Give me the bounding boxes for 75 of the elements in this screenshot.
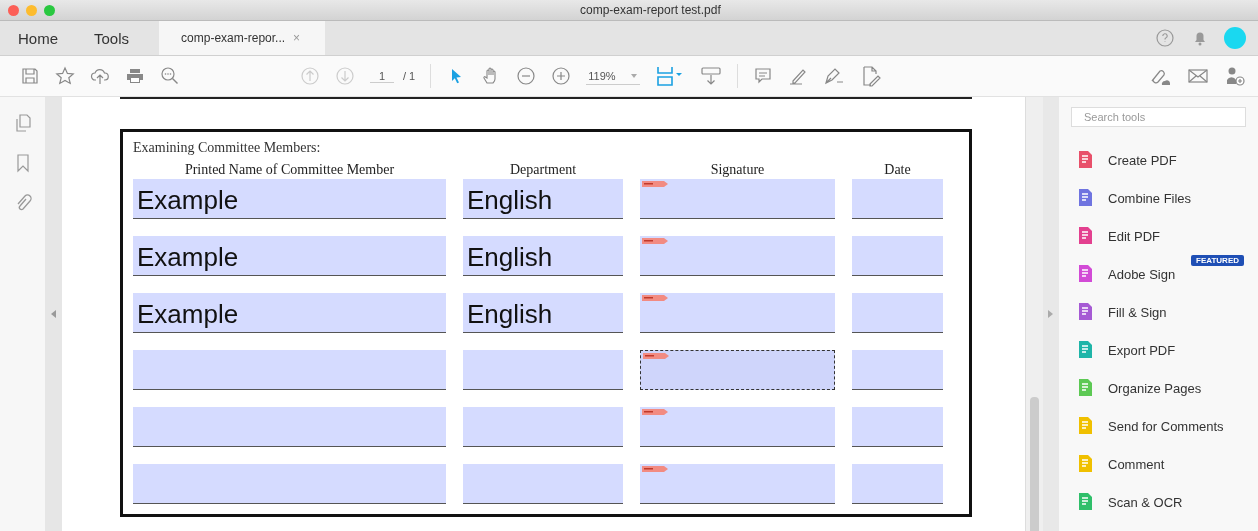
department-field[interactable] xyxy=(463,407,623,447)
tool-item[interactable]: Edit PDF xyxy=(1071,217,1246,255)
print-icon[interactable] xyxy=(125,66,145,86)
date-field[interactable] xyxy=(852,407,943,447)
comment-icon[interactable] xyxy=(752,66,773,86)
date-field[interactable] xyxy=(852,350,943,390)
zoom-out-icon[interactable] xyxy=(516,66,537,86)
name-field[interactable]: Example xyxy=(133,293,446,333)
name-field[interactable]: Example xyxy=(133,179,446,219)
column-header: Signature xyxy=(709,162,766,179)
zoom-dropdown[interactable]: 119% xyxy=(586,67,640,85)
featured-badge: FEATURED xyxy=(1191,255,1244,266)
fit-page-icon[interactable] xyxy=(654,65,685,87)
page-number-field[interactable]: 1 xyxy=(370,69,394,83)
department-field[interactable] xyxy=(463,464,623,504)
close-window-button[interactable] xyxy=(8,4,19,16)
date-field[interactable] xyxy=(852,179,943,219)
sign-here-tag[interactable] xyxy=(641,237,669,245)
tool-item[interactable]: Scan & OCR xyxy=(1071,483,1246,521)
signature-field[interactable] xyxy=(640,350,835,390)
signature-field[interactable] xyxy=(640,407,835,447)
cloud-upload-icon[interactable] xyxy=(90,66,110,86)
zoom-search-icon[interactable] xyxy=(160,66,180,86)
sign-here-tag[interactable] xyxy=(641,180,669,188)
name-field[interactable] xyxy=(133,464,446,504)
expand-right-icon[interactable] xyxy=(1048,310,1054,318)
page-total: / 1 xyxy=(403,70,416,82)
search-field[interactable]: Search tools xyxy=(1071,107,1246,127)
date-field[interactable] xyxy=(852,293,943,333)
pages-icon[interactable] xyxy=(13,113,32,133)
date-field[interactable] xyxy=(852,464,943,504)
department-field[interactable]: English xyxy=(463,293,623,333)
column-header: Printed Name of Committee Member xyxy=(183,162,396,179)
tool-item[interactable]: Organize Pages xyxy=(1071,369,1246,407)
column-header: Department xyxy=(508,162,578,179)
department-field[interactable] xyxy=(463,350,623,390)
caret-icon xyxy=(629,72,638,79)
scrollbar-thumb[interactable] xyxy=(1030,397,1039,531)
column-header: Date xyxy=(883,162,912,179)
tab[interactable]: Home xyxy=(0,21,76,55)
name-field[interactable]: Example xyxy=(133,236,446,276)
add-person-icon[interactable] xyxy=(1224,65,1246,87)
star-icon[interactable] xyxy=(55,66,75,86)
zoom-in-icon[interactable] xyxy=(551,66,572,86)
signature-field[interactable] xyxy=(640,179,835,219)
scroll-mode-icon[interactable] xyxy=(699,65,722,87)
name-field[interactable] xyxy=(133,350,446,390)
tool-item[interactable]: Adobe Sign FEATURED xyxy=(1071,255,1246,293)
tool-item[interactable]: Send for Comments xyxy=(1071,407,1246,445)
tab[interactable]: Tools xyxy=(76,21,148,55)
form-heading: Examining Committee Members: xyxy=(133,140,322,156)
department-field[interactable]: English xyxy=(463,236,623,276)
name-field[interactable] xyxy=(133,407,446,447)
tool-item[interactable]: Combine Files xyxy=(1071,179,1246,217)
sign-here-tag[interactable] xyxy=(641,294,669,302)
window-title: comp-exam-report test.pdf xyxy=(580,3,721,17)
date-field[interactable] xyxy=(852,236,943,276)
signature-field[interactable] xyxy=(640,293,835,333)
help-icon[interactable] xyxy=(1154,27,1176,49)
signature-field[interactable] xyxy=(640,236,835,276)
zoom-window-button[interactable] xyxy=(44,4,55,16)
tool-item[interactable]: Comment xyxy=(1071,445,1246,483)
signature-field[interactable] xyxy=(640,464,835,504)
sign-here-tag[interactable] xyxy=(642,352,670,360)
collapse-left-icon[interactable] xyxy=(50,310,57,318)
tool-item[interactable]: Export PDF xyxy=(1071,331,1246,369)
mail-icon[interactable] xyxy=(1187,66,1209,86)
save-icon[interactable] xyxy=(20,66,40,86)
tool-item[interactable]: Fill & Sign xyxy=(1071,293,1246,331)
sign-here-tag[interactable] xyxy=(641,408,669,416)
department-field[interactable]: English xyxy=(463,179,623,219)
pen-icon[interactable] xyxy=(822,66,845,86)
tab[interactable]: comp-exam-repor... × xyxy=(159,21,326,55)
tool-item[interactable]: Create PDF xyxy=(1071,141,1246,179)
sign-here-tag[interactable] xyxy=(641,465,669,473)
